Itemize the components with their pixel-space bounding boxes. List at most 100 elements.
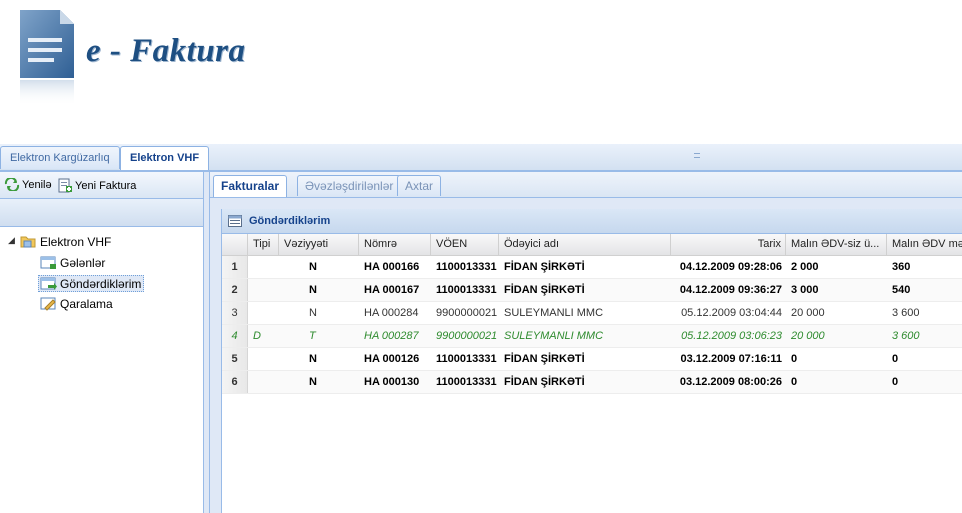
cell-date: 05.12.2009 03:04:44 [681, 307, 782, 319]
left-panel: Yenilə Yeni Faktura ◢ Elektron VHF Gələn… [0, 172, 204, 513]
cell-date: 03.12.2009 08:00:26 [679, 376, 782, 388]
refresh-icon [4, 178, 20, 191]
cell-num: 1 [222, 256, 248, 278]
cell-tipi [248, 371, 279, 393]
cell-vat: 3 600 [892, 307, 920, 319]
cell-voen: 9900000021 [436, 330, 498, 342]
tab-elektron-vhf[interactable]: Elektron VHF [120, 146, 210, 170]
cell-voen: 9900000021 [436, 307, 498, 319]
tree-root-label: Elektron VHF [40, 234, 112, 249]
cell-num: 3 [222, 302, 248, 324]
top-tab-strip: Elektron Kargüzarlıq Elektron VHF [0, 144, 962, 172]
cell-num: 6 [222, 371, 248, 393]
tree-item-label: Qaralama [60, 296, 113, 311]
left-toolbar: Yenilə Yeni Faktura [0, 172, 203, 199]
cell-vat: 540 [892, 284, 911, 296]
invoice-grid-panel: Göndərdiklərim Tipi Vəziyyəti Nömrə VÖEN… [221, 209, 962, 513]
tree-item-gelenler[interactable]: Gələnlər [40, 255, 105, 270]
cell-name: FİDAN ŞİRKƏTİ [504, 353, 585, 365]
col-header-odeyici-adi[interactable]: Ödəyici adı [499, 234, 671, 255]
cell-date: 04.12.2009 09:28:06 [679, 261, 782, 273]
new-invoice-label: Yeni Faktura [75, 179, 137, 192]
cell-status: N [309, 307, 317, 319]
sent-icon [40, 277, 57, 290]
left-panel-header [0, 199, 203, 227]
cell-amount: 20 000 [791, 307, 825, 319]
cell-amount: 3 000 [791, 284, 819, 296]
cell-amount: 0 [791, 353, 798, 365]
table-row[interactable]: 2 N HA 000167 1100013331 FİDAN ŞİRKƏTİ 04.12.… [222, 279, 962, 302]
cell-tipi [248, 279, 279, 301]
grid-header-row: Tipi Vəziyyəti Nömrə VÖEN Ödəyici adı Ta… [222, 234, 962, 256]
tab-axtar[interactable]: Axtar [397, 175, 442, 196]
cell-date: 05.12.2009 03:06:23 [681, 330, 782, 342]
cell-status: N [309, 284, 317, 296]
cell-name: FİDAN ŞİRKƏTİ [504, 261, 585, 273]
cell-nomre: HA 000284 [364, 307, 419, 319]
inbox-icon [40, 256, 56, 269]
refresh-button[interactable]: Yenilə [4, 178, 52, 191]
cell-num: 4 [222, 325, 248, 347]
cell-vat: 0 [892, 353, 899, 365]
folder-icon [20, 236, 36, 248]
grid-title: Göndərdiklərim [249, 215, 331, 227]
tree-item-label: Göndərdiklərim [60, 276, 142, 291]
col-header-veziyyeti[interactable]: Vəziyyəti [279, 234, 359, 255]
tree-item-gonderdiklerim[interactable]: Göndərdiklərim [38, 275, 145, 292]
col-header-tarix[interactable]: Tarix [671, 234, 786, 255]
cell-tipi [248, 348, 279, 370]
cell-date: 03.12.2009 07:16:11 [680, 353, 782, 365]
grid-icon [228, 215, 242, 227]
tab-fakturalar[interactable]: Fakturalar [213, 175, 288, 197]
cell-nomre: HA 000166 [364, 261, 420, 273]
inner-tab-strip: Fakturalar Əvəzləşdirilənlər Axtar [210, 172, 962, 198]
tree-item-label: Gələnlər [60, 255, 106, 270]
draft-icon [40, 297, 56, 311]
table-row[interactable]: 1 N HA 000166 1100013331 FİDAN ŞİRKƏTİ 04.12.… [222, 256, 962, 279]
cell-num: 2 [222, 279, 248, 301]
cell-vat: 360 [892, 261, 911, 273]
collapse-icon[interactable] [694, 153, 700, 158]
tab-elektron-karguzarliq[interactable]: Elektron Kargüzarlıq [0, 146, 120, 169]
cell-amount: 2 000 [791, 261, 819, 273]
cell-tipi [248, 302, 279, 324]
grid-title-bar: Göndərdiklərim [222, 209, 962, 234]
col-header-nomre[interactable]: Nömrə [359, 234, 431, 255]
col-header-rownum [222, 234, 248, 255]
cell-vat: 3 600 [892, 330, 920, 342]
cell-amount: 20 000 [791, 330, 825, 342]
cell-num: 5 [222, 348, 248, 370]
cell-status: N [309, 353, 317, 365]
col-header-voen[interactable]: VÖEN [431, 234, 499, 255]
document-logo-icon [20, 10, 74, 106]
new-invoice-button[interactable]: Yeni Faktura [58, 178, 136, 193]
col-header-tipi[interactable]: Tipi [248, 234, 279, 255]
table-row[interactable]: 4 D T HA 000287 9900000021 SULEYMANLI MMC 05.1… [222, 325, 962, 348]
expand-arrow-icon[interactable]: ◢ [8, 235, 15, 246]
table-row[interactable]: 3 N HA 000284 9900000021 SULEYMANLI MMC 05.12… [222, 302, 962, 325]
tab-evezlesdirilenler[interactable]: Əvəzləşdirilənlər [297, 175, 402, 196]
cell-voen: 1100013331 [436, 353, 497, 365]
cell-date: 04.12.2009 09:36:27 [679, 284, 782, 296]
cell-name: FİDAN ŞİRKƏTİ [504, 284, 585, 296]
cell-voen: 1100013331 [436, 376, 497, 388]
col-header-vat[interactable]: Malın ƏDV mə [887, 234, 962, 255]
cell-name: SULEYMANLI MMC [504, 330, 604, 342]
cell-voen: 1100013331 [436, 261, 497, 273]
cell-vat: 0 [892, 376, 899, 388]
new-invoice-icon [58, 178, 72, 193]
cell-nomre: HA 000126 [364, 353, 420, 365]
tree-root-elektron-vhf[interactable]: Elektron VHF [20, 234, 111, 249]
refresh-label: Yenilə [22, 178, 52, 191]
col-header-amount[interactable]: Malın ƏDV-siz ü... [786, 234, 887, 255]
cell-status: T [309, 330, 316, 342]
cell-name: SULEYMANLI MMC [504, 307, 604, 319]
cell-status: N [309, 261, 317, 273]
cell-tipi: D [253, 330, 261, 342]
table-row[interactable]: 6 N HA 000130 1100013331 FİDAN ŞİRKƏTİ 03.12.… [222, 371, 962, 394]
app-title: e - Faktura [86, 33, 246, 69]
cell-tipi [248, 256, 279, 278]
cell-name: FİDAN ŞİRKƏTİ [504, 376, 585, 388]
tree-item-qaralama[interactable]: Qaralama [40, 296, 113, 311]
table-row[interactable]: 5 N HA 000126 1100013331 FİDAN ŞİRKƏTİ 03.12.… [222, 348, 962, 371]
